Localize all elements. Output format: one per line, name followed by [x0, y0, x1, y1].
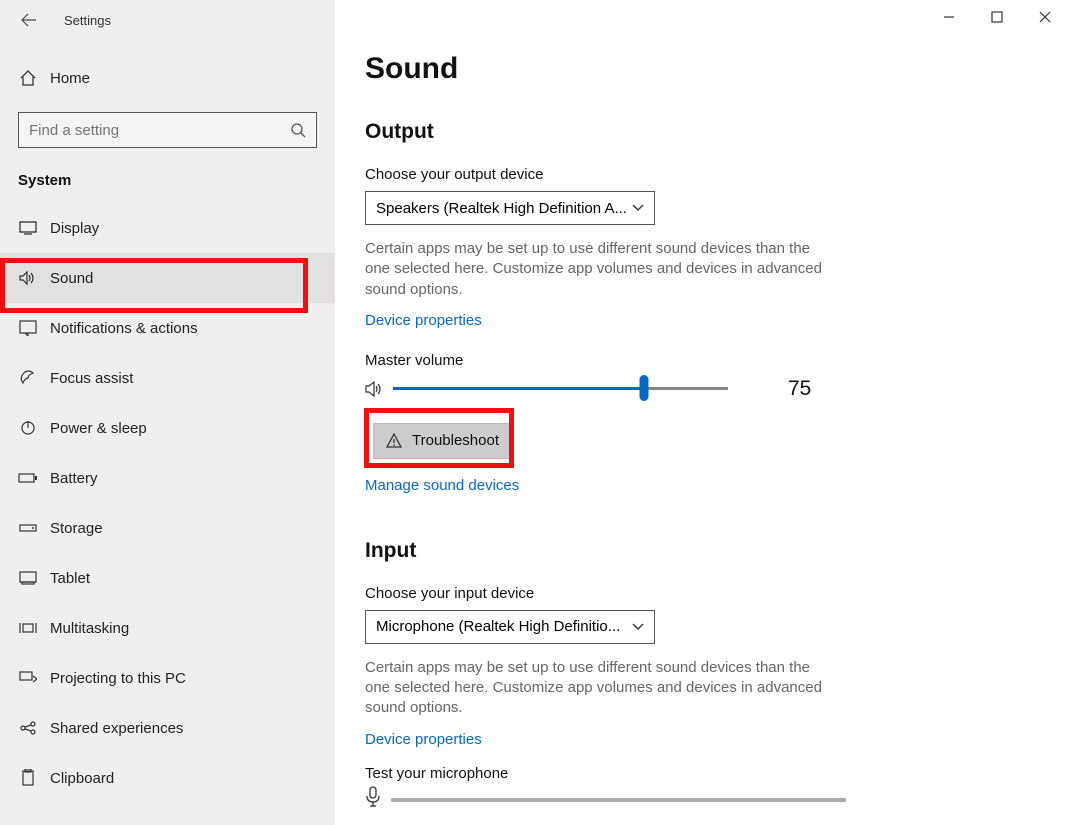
input-device-dropdown[interactable]: Microphone (Realtek High Definitio...: [365, 610, 655, 644]
volume-slider-fill: [393, 387, 644, 390]
sidebar-item-label: Display: [50, 220, 99, 237]
sidebar-item-sound[interactable]: Sound: [0, 253, 335, 303]
sidebar-item-label: Tablet: [50, 570, 90, 587]
sidebar-home-label: Home: [50, 70, 90, 87]
input-device-value: Microphone (Realtek High Definitio...: [376, 618, 620, 635]
output-heading: Output: [365, 120, 1039, 144]
sidebar-item-label: Focus assist: [50, 370, 133, 387]
manage-sound-devices-link[interactable]: Manage sound devices: [365, 477, 519, 494]
storage-icon: [18, 522, 38, 534]
mic-test-row: [365, 786, 1039, 808]
search-box[interactable]: [18, 112, 317, 148]
sound-icon: [18, 270, 38, 286]
sidebar-item-battery[interactable]: Battery: [0, 453, 335, 503]
input-device-properties-link[interactable]: Device properties: [365, 731, 482, 748]
sidebar-item-label: Battery: [50, 470, 98, 487]
main-content: Sound Output Choose your output device S…: [335, 0, 1069, 825]
sidebar: Settings Home System Display Sound Notif…: [0, 0, 335, 825]
input-heading: Input: [365, 539, 1039, 563]
sidebar-item-focus[interactable]: Focus assist: [0, 353, 335, 403]
sidebar-item-label: Storage: [50, 520, 103, 537]
window-controls: [925, 0, 1069, 34]
mic-level-bar: [391, 798, 846, 802]
battery-icon: [18, 472, 38, 484]
warning-icon: [386, 433, 402, 449]
speaker-icon: [365, 380, 385, 398]
sidebar-item-tablet[interactable]: Tablet: [0, 553, 335, 603]
output-device-dropdown[interactable]: Speakers (Realtek High Definition A...: [365, 191, 655, 225]
output-helper-text: Certain apps may be set up to use differ…: [365, 239, 838, 300]
sidebar-home[interactable]: Home: [0, 56, 335, 100]
sidebar-item-label: Multitasking: [50, 620, 129, 637]
volume-slider-thumb[interactable]: [640, 375, 649, 401]
sidebar-item-notifications[interactable]: Notifications & actions: [0, 303, 335, 353]
troubleshoot-label: Troubleshoot: [412, 432, 499, 449]
volume-slider[interactable]: [393, 387, 728, 390]
window-title: Settings: [64, 13, 111, 28]
sidebar-item-clipboard[interactable]: Clipboard: [0, 753, 335, 803]
master-volume-label: Master volume: [365, 352, 1039, 369]
home-icon: [18, 69, 38, 87]
power-icon: [18, 420, 38, 436]
focus-icon: [18, 369, 38, 387]
microphone-icon: [365, 786, 381, 808]
nav-list: Display Sound Notifications & actions Fo…: [0, 203, 335, 803]
projecting-icon: [18, 671, 38, 685]
output-choose-label: Choose your output device: [365, 166, 1039, 183]
tablet-icon: [18, 571, 38, 585]
title-row: Settings: [0, 0, 335, 40]
input-choose-label: Choose your input device: [365, 585, 1039, 602]
sidebar-item-multitasking[interactable]: Multitasking: [0, 603, 335, 653]
page-title: Sound: [365, 52, 1039, 86]
close-button[interactable]: [1021, 0, 1069, 34]
test-mic-label: Test your microphone: [365, 765, 1039, 782]
chevron-down-icon: [632, 623, 644, 631]
chevron-down-icon: [632, 204, 644, 212]
display-icon: [18, 221, 38, 235]
sidebar-section-label: System: [0, 172, 335, 189]
sidebar-item-label: Power & sleep: [50, 420, 147, 437]
sidebar-item-power[interactable]: Power & sleep: [0, 403, 335, 453]
sidebar-item-label: Projecting to this PC: [50, 670, 186, 687]
shared-icon: [18, 720, 38, 736]
multitasking-icon: [18, 621, 38, 635]
troubleshoot-button[interactable]: Troubleshoot: [373, 423, 512, 459]
sidebar-item-label: Notifications & actions: [50, 320, 198, 337]
clipboard-icon: [18, 769, 38, 787]
sidebar-item-label: Clipboard: [50, 770, 114, 787]
sidebar-item-label: Shared experiences: [50, 720, 183, 737]
sidebar-item-projecting[interactable]: Projecting to this PC: [0, 653, 335, 703]
search-icon: [290, 122, 306, 138]
output-device-properties-link[interactable]: Device properties: [365, 312, 482, 329]
volume-slider-row: 75: [365, 377, 1039, 401]
volume-value: 75: [788, 377, 811, 401]
output-device-value: Speakers (Realtek High Definition A...: [376, 200, 627, 217]
sidebar-item-shared[interactable]: Shared experiences: [0, 703, 335, 753]
notifications-icon: [18, 320, 38, 336]
search-input[interactable]: [29, 122, 290, 139]
input-helper-text: Certain apps may be set up to use differ…: [365, 658, 838, 719]
sidebar-item-label: Sound: [50, 270, 93, 287]
back-arrow-icon[interactable]: [18, 9, 40, 31]
sidebar-item-storage[interactable]: Storage: [0, 503, 335, 553]
sidebar-item-display[interactable]: Display: [0, 203, 335, 253]
maximize-button[interactable]: [973, 0, 1021, 34]
minimize-button[interactable]: [925, 0, 973, 34]
